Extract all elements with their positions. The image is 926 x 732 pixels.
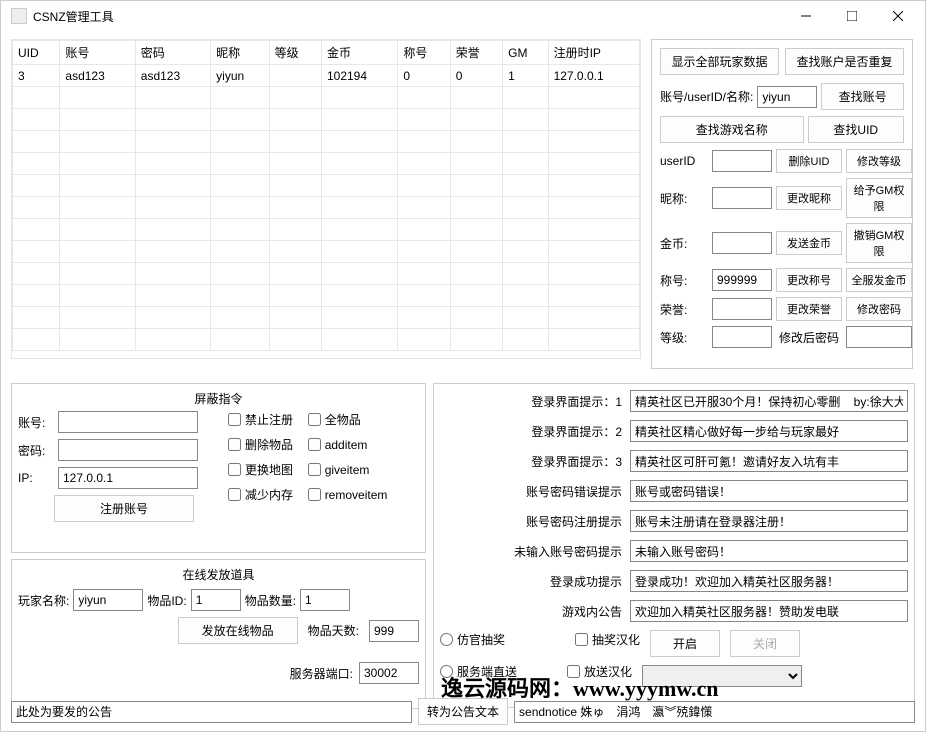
app-icon [11, 8, 27, 24]
maximize-button[interactable] [829, 1, 875, 31]
to-text-button[interactable]: 转为公告文本 [418, 698, 508, 725]
cb-additem[interactable] [308, 438, 321, 451]
items-panel: 在线发放道具 玩家名称: 物品ID: 物品数量: 发放在线物品 物品天数: 服务… [11, 559, 426, 709]
col-header[interactable]: 账号 [60, 41, 135, 65]
itemid-input[interactable] [191, 589, 241, 611]
userid-input[interactable] [712, 150, 772, 172]
minimize-button[interactable] [783, 1, 829, 31]
msg7-input[interactable] [630, 570, 908, 592]
close-button[interactable] [875, 1, 921, 31]
col-header[interactable]: 注册时IP [548, 41, 639, 65]
register-button[interactable]: 注册账号 [54, 495, 194, 522]
combo-select[interactable] [642, 665, 802, 687]
col-header[interactable]: 等级 [269, 41, 321, 65]
col-header[interactable]: UID [13, 41, 60, 65]
col-header[interactable]: 密码 [135, 41, 210, 65]
col-header[interactable]: 称号 [398, 41, 450, 65]
table-row[interactable] [13, 131, 640, 153]
newpwd-input[interactable] [846, 326, 912, 348]
messages-panel: 登录界面提示：1 登录界面提示：2 登录界面提示：3 账号密码错误提示 账号密码… [433, 383, 915, 708]
modify-level-button[interactable]: 修改等级 [846, 149, 912, 173]
msg1-input[interactable] [630, 390, 908, 412]
cb-lottery-cn[interactable] [575, 633, 588, 646]
change-pwd-button[interactable]: 修改密码 [846, 297, 912, 321]
delete-uid-button[interactable]: 删除UID [776, 149, 842, 173]
close-button2[interactable]: 关闭 [730, 630, 800, 657]
msg6-input[interactable] [630, 540, 908, 562]
acct-input[interactable] [58, 411, 198, 433]
title-input[interactable] [712, 269, 772, 291]
cb-removeitem[interactable] [308, 488, 321, 501]
find-game-button[interactable]: 查找游戏名称 [660, 116, 804, 143]
col-header[interactable]: 金币 [321, 41, 397, 65]
cb-dec-mem[interactable] [228, 488, 241, 501]
cb-send-cn[interactable] [567, 665, 580, 678]
gold-input[interactable] [712, 232, 772, 254]
sendnotice-output[interactable] [514, 701, 915, 723]
table-row[interactable] [13, 285, 640, 307]
table-row[interactable] [13, 241, 640, 263]
qty-input[interactable] [300, 589, 350, 611]
block-panel: 屏蔽指令 账号: 密码: IP: 注册账号 禁止注册 全物品 删除物品 addi… [11, 383, 426, 553]
change-title-button[interactable]: 更改称号 [776, 268, 842, 292]
revoke-gm-button[interactable]: 撤销GM权限 [846, 223, 912, 263]
check-dup-button[interactable]: 查找账户是否重复 [785, 48, 904, 75]
player-actions-panel: 显示全部玩家数据 查找账户是否重复 账号/userID/名称: 查找账号 查找游… [651, 39, 913, 369]
msg8-input[interactable] [630, 600, 908, 622]
table-row[interactable] [13, 307, 640, 329]
table-row[interactable] [13, 109, 640, 131]
table-row[interactable]: 3asd123asd123yiyun102194001127.0.0.1 [13, 65, 640, 87]
send-gold-button[interactable]: 发送金币 [776, 231, 842, 255]
col-header[interactable]: GM [503, 41, 548, 65]
find-uid-button[interactable]: 查找UID [808, 116, 904, 143]
col-header[interactable]: 荣誉 [450, 41, 502, 65]
table-row[interactable] [13, 153, 640, 175]
cb-all-items[interactable] [308, 413, 321, 426]
ip-input[interactable] [58, 467, 198, 489]
notice-input[interactable] [11, 701, 412, 723]
search-label: 账号/userID/名称: [660, 88, 753, 105]
find-account-button[interactable]: 查找账号 [821, 83, 904, 110]
table-row[interactable] [13, 219, 640, 241]
open-button[interactable]: 开启 [650, 630, 720, 657]
honor-input[interactable] [712, 298, 772, 320]
nick-input[interactable] [712, 187, 772, 209]
msg5-input[interactable] [630, 510, 908, 532]
player-table[interactable]: UID账号密码昵称等级金币称号荣誉GM注册时IP 3asd123asd123yi… [11, 39, 641, 359]
server-gold-button[interactable]: 全服发金币 [846, 268, 912, 292]
days-input[interactable] [369, 620, 419, 642]
table-row[interactable] [13, 263, 640, 285]
player-input[interactable] [73, 589, 143, 611]
table-row[interactable] [13, 329, 640, 351]
table-row[interactable] [13, 175, 640, 197]
change-nick-button[interactable]: 更改昵称 [776, 186, 842, 210]
col-header[interactable]: 昵称 [211, 41, 269, 65]
window-title: CSNZ管理工具 [33, 8, 783, 25]
cb-del-item[interactable] [228, 438, 241, 451]
level-input[interactable] [712, 326, 772, 348]
give-item-button[interactable]: 发放在线物品 [178, 617, 298, 644]
cb-no-reg[interactable] [228, 413, 241, 426]
msg2-input[interactable] [630, 420, 908, 442]
table-row[interactable] [13, 87, 640, 109]
radio-server[interactable] [440, 665, 453, 678]
radio-official[interactable] [440, 633, 453, 646]
cb-chg-map[interactable] [228, 463, 241, 476]
grant-gm-button[interactable]: 给予GM权限 [846, 178, 912, 218]
pwd-input[interactable] [58, 439, 198, 461]
cb-giveitem[interactable] [308, 463, 321, 476]
show-all-button[interactable]: 显示全部玩家数据 [660, 48, 779, 75]
change-honor-button[interactable]: 更改荣誉 [776, 297, 842, 321]
search-input[interactable] [757, 86, 817, 108]
table-row[interactable] [13, 197, 640, 219]
msg4-input[interactable] [630, 480, 908, 502]
port-input[interactable] [359, 662, 419, 684]
msg3-input[interactable] [630, 450, 908, 472]
